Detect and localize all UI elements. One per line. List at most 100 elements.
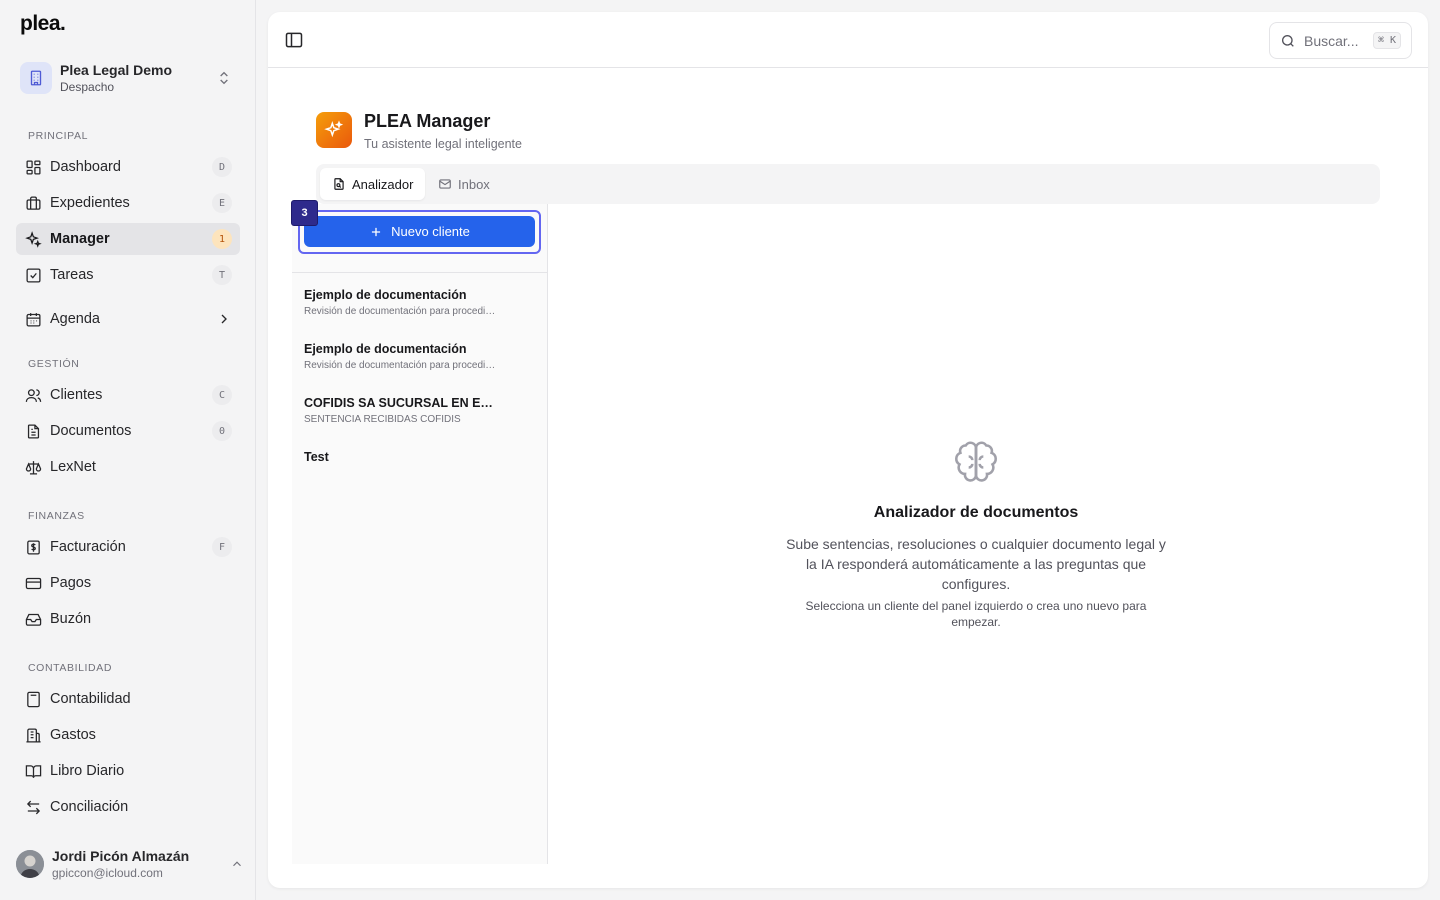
sidebar-item-clientes[interactable]: Clientes C xyxy=(16,379,240,411)
calendar-icon xyxy=(24,310,42,328)
client-description: Revisión de documentación para procedimi… xyxy=(304,360,500,371)
sidebar-item-label: Agenda xyxy=(50,311,100,327)
empty-state-description: Sube sentencias, resoluciones o cualquie… xyxy=(786,536,1166,592)
organization-type: Despacho xyxy=(60,80,115,94)
sidebar-item-lexnet[interactable]: LexNet xyxy=(16,451,240,483)
chevron-right-icon xyxy=(221,314,227,324)
list-item[interactable]: COFIDIS SA SUCURSAL EN ESPAÑA SENTENCIA … xyxy=(304,396,536,425)
chevron-up-icon xyxy=(233,861,241,867)
shortcut-badge: F xyxy=(212,537,232,557)
shortcut-badge: T xyxy=(212,265,232,285)
sidebar-item-tareas[interactable]: Tareas T xyxy=(16,259,240,291)
sidebar: plea. Plea Legal Demo Despacho PRINCIPAL… xyxy=(0,0,256,900)
sidebar-item-label: Documentos xyxy=(50,423,132,439)
tab-label: Inbox xyxy=(458,176,490,192)
sidebar-item-libro-diario[interactable]: Libro Diario xyxy=(16,755,240,787)
sidebar-item-label: LexNet xyxy=(50,459,96,475)
list-item[interactable]: Ejemplo de documentación Revisión de doc… xyxy=(304,342,536,371)
file-search-icon xyxy=(334,178,344,190)
sidebar-item-gastos[interactable]: Gastos xyxy=(16,719,240,751)
sidebar-item-label: Dashboard xyxy=(50,159,121,175)
client-name: COFIDIS SA SUCURSAL EN ESPAÑA xyxy=(304,396,500,410)
calculator-icon xyxy=(24,690,42,708)
search-placeholder: Buscar... xyxy=(1304,32,1359,49)
search-icon xyxy=(1282,34,1294,47)
sidebar-item-conciliacion[interactable]: Conciliación xyxy=(16,791,240,823)
organization-switcher[interactable]: Plea Legal Demo Despacho xyxy=(16,54,240,102)
tab-bar: Analizador Inbox xyxy=(316,164,1380,204)
sidebar-item-expedientes[interactable]: Expedientes E xyxy=(16,187,240,219)
check-square-icon xyxy=(24,266,42,284)
client-description: SENTENCIA RECIBIDAS COFIDIS xyxy=(304,414,461,425)
brain-icon xyxy=(955,441,997,482)
sparkles-icon xyxy=(24,230,42,248)
sidebar-item-label: Libro Diario xyxy=(50,763,125,779)
tab-analizador[interactable]: Analizador xyxy=(320,168,426,200)
file-text-icon xyxy=(24,422,42,440)
new-client-label: Nuevo cliente xyxy=(391,224,470,239)
shortcut-badge: D xyxy=(212,157,232,177)
briefcase-icon xyxy=(24,194,42,212)
user-name: Jordi Picón Almazán xyxy=(52,848,190,864)
sidebar-item-label: Manager xyxy=(50,231,110,247)
empty-state-title: Analizador de documentos xyxy=(873,504,1079,521)
scale-icon xyxy=(24,458,42,476)
sidebar-item-label: Conciliación xyxy=(50,799,129,815)
users-icon xyxy=(24,386,42,404)
page-subtitle: Tu asistente legal inteligente xyxy=(364,137,522,151)
step-marker: 3 xyxy=(291,200,318,226)
tab-label: Analizador xyxy=(352,176,414,192)
arrows-left-right-icon xyxy=(24,798,42,816)
sidebar-item-buzon[interactable]: Buzón xyxy=(16,603,240,635)
sidebar-item-manager[interactable]: Manager 1 xyxy=(16,223,240,255)
empty-state: Analizador de documentos Sube sentencias… xyxy=(548,204,1404,864)
sidebar-item-label: Gastos xyxy=(50,727,96,743)
tab-inbox[interactable]: Inbox xyxy=(426,168,502,200)
sidebar-item-facturacion[interactable]: Facturación F xyxy=(16,531,240,563)
section-label-principal: PRINCIPAL xyxy=(28,130,89,142)
section-label-gestion: GESTIÓN xyxy=(28,358,80,370)
sidebar-item-dashboard[interactable]: Dashboard D xyxy=(16,151,240,183)
manager-logo-icon xyxy=(316,112,352,148)
plus-icon xyxy=(372,227,381,236)
sidebar-item-label: Expedientes xyxy=(50,195,130,211)
list-item[interactable]: Ejemplo de documentación Revisión de doc… xyxy=(304,288,536,317)
invoice-dollar-icon xyxy=(24,538,42,556)
client-name: Ejemplo de documentación xyxy=(304,342,467,356)
sidebar-item-label: Contabilidad xyxy=(50,691,131,707)
building-icon xyxy=(20,62,52,94)
sidebar-item-pagos[interactable]: Pagos xyxy=(16,567,240,599)
app-logo[interactable]: plea. xyxy=(20,12,66,36)
chevrons-up-down-icon xyxy=(220,71,228,85)
sidebar-item-label: Buzón xyxy=(50,611,92,627)
section-label-finanzas: FINANZAS xyxy=(28,510,85,522)
page-title: PLEA Manager xyxy=(364,111,491,131)
main-panel: Buscar... ⌘ K PLEA Manager Tu asistente … xyxy=(268,12,1428,888)
book-open-icon xyxy=(24,762,42,780)
sidebar-item-label: Clientes xyxy=(50,387,103,403)
receipt-building-icon xyxy=(24,726,42,744)
client-name: Ejemplo de documentación xyxy=(304,288,467,302)
sidebar-item-agenda[interactable]: Agenda xyxy=(16,303,240,335)
shortcut-badge: C xyxy=(212,385,232,405)
notification-badge: 1 xyxy=(212,229,232,249)
list-item[interactable]: Test xyxy=(304,450,536,468)
sidebar-item-contabilidad[interactable]: Contabilidad xyxy=(16,683,240,715)
top-bar: Buscar... ⌘ K xyxy=(268,12,1428,68)
user-menu[interactable]: Jordi Picón Almazán gpiccon@icloud.com xyxy=(16,846,244,882)
sidebar-item-documentos[interactable]: Documentos 0 xyxy=(16,415,240,447)
sidebar-toggle-icon[interactable] xyxy=(284,30,304,50)
sidebar-item-label: Tareas xyxy=(50,267,94,283)
new-client-button[interactable]: Nuevo cliente xyxy=(304,216,535,247)
client-description: Revisión de documentación para procedimi… xyxy=(304,306,500,317)
search-shortcut: ⌘ K xyxy=(1372,32,1401,49)
organization-name: Plea Legal Demo xyxy=(60,62,173,78)
client-list-panel: Nuevo cliente 3 Ejemplo de documentación… xyxy=(291,200,548,864)
section-label-contabilidad: CONTABILIDAD xyxy=(28,662,113,674)
sidebar-item-label: Pagos xyxy=(50,575,92,591)
shortcut-badge: 0 xyxy=(212,421,232,441)
avatar xyxy=(16,850,44,878)
search-input[interactable]: Buscar... ⌘ K xyxy=(1269,22,1412,59)
user-email: gpiccon@icloud.com xyxy=(52,866,163,880)
empty-state-hint: Selecciona un cliente del panel izquierd… xyxy=(805,599,1147,629)
